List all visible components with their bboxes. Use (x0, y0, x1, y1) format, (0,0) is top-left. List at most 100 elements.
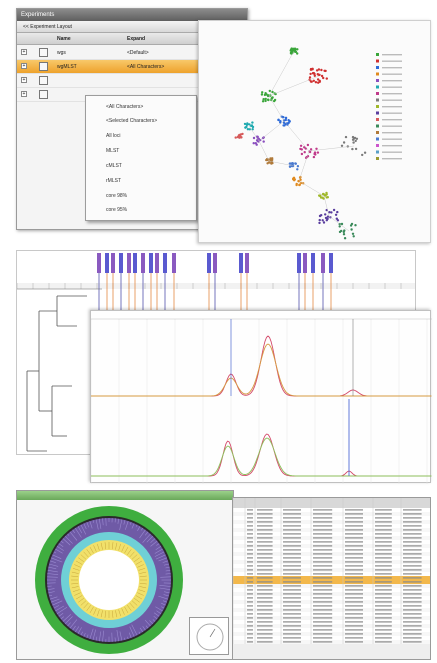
table-cell-text-placeholder (345, 553, 363, 555)
experiment-expand-value[interactable]: <Default> (127, 50, 149, 56)
scatter-point (317, 81, 320, 84)
expand-toggle-icon[interactable]: + (21, 63, 27, 69)
dropdown-item-all-loci[interactable]: All loci (106, 133, 120, 139)
table-cell-text-placeholder (257, 581, 273, 583)
table-cell-text-placeholder (403, 625, 422, 627)
scatter-edge (268, 50, 295, 97)
table-cell-text-placeholder (403, 561, 422, 563)
scatter-point (309, 72, 312, 76)
table-cell-text-placeholder (247, 533, 253, 535)
table-cell-text-placeholder (313, 541, 333, 543)
scatter-point (262, 98, 265, 101)
table-cell-text-placeholder (345, 557, 363, 559)
chromatogram-panel (90, 310, 432, 484)
table-footer-pane (233, 644, 430, 659)
table-cell-text-placeholder (345, 593, 363, 595)
legend-text-placeholder (382, 106, 402, 108)
scatter-point (318, 73, 321, 77)
scatter-point (292, 47, 295, 50)
table-cell-text-placeholder (403, 525, 422, 527)
expand-toggle-icon[interactable]: + (21, 91, 27, 97)
table-cell-text-placeholder (403, 521, 422, 523)
scatter-point (312, 79, 315, 82)
marker-column (329, 253, 333, 273)
dropdown-item-all-characters[interactable]: <All Characters> (106, 104, 143, 110)
table-cell-text-placeholder (403, 545, 422, 547)
marker-column (149, 253, 153, 273)
table-cell-text-placeholder (375, 509, 392, 511)
scatter-edge (268, 95, 285, 122)
data-table-window (232, 497, 431, 660)
table-cell-text-placeholder (375, 621, 392, 623)
marker-column (155, 253, 159, 273)
table-cell-text-placeholder (257, 601, 273, 603)
table-cell-text-placeholder (403, 621, 422, 623)
dropdown-item-mlst[interactable]: MLST (106, 148, 119, 154)
legend-swatch (376, 85, 379, 89)
scatter-point (311, 72, 315, 75)
scatter-point (340, 222, 344, 226)
table-cell-text-placeholder (345, 613, 363, 615)
table-cell-text-placeholder (345, 541, 363, 543)
scatter-point (284, 116, 288, 120)
table-cell-text-placeholder (247, 625, 253, 627)
scatter-point (252, 142, 255, 145)
table-cell-text-placeholder (283, 565, 301, 567)
dropdown-item-cmlst[interactable]: cMLST (106, 163, 122, 169)
table-cell-text-placeholder (375, 569, 392, 571)
dropdown-item-core-95[interactable]: core 95% (106, 207, 127, 213)
column-header-name[interactable]: Name (57, 36, 71, 42)
expand-toggle-icon[interactable]: + (21, 49, 27, 55)
dropdown-item-selected-characters[interactable]: <Selected Characters> (106, 118, 157, 124)
table-cell-text-placeholder (257, 521, 273, 523)
overview-thumbnail[interactable] (189, 617, 229, 655)
table-cell-text-placeholder (375, 557, 392, 559)
scatter-point (255, 143, 258, 146)
dropdown-item-core-98[interactable]: core 98% (106, 193, 127, 199)
scatter-point (322, 221, 326, 224)
marker-column (111, 253, 115, 273)
expand-toggle-icon[interactable]: + (21, 77, 27, 83)
column-header-expand[interactable]: Expand (127, 36, 145, 42)
scatter-point (316, 78, 320, 81)
scatter-plot-panel (198, 20, 431, 243)
table-cell-text-placeholder (283, 545, 301, 547)
scatter-point (288, 165, 292, 168)
table-cell-text-placeholder (257, 525, 273, 527)
scatter-point (299, 144, 303, 147)
table-cell-text-placeholder (283, 613, 301, 615)
legend-text-placeholder (382, 158, 402, 160)
legend-text-placeholder (382, 99, 402, 101)
table-cell-text-placeholder (247, 597, 253, 599)
table-cell-text-placeholder (247, 609, 253, 611)
table-cell-text-placeholder (403, 613, 422, 615)
scatter-point (320, 74, 324, 78)
table-cell-text-placeholder (247, 617, 253, 619)
table-cell-text-placeholder (247, 553, 253, 555)
table-cell-text-placeholder (283, 529, 301, 531)
table-cell-text-placeholder (283, 609, 301, 611)
table-cell-text-placeholder (403, 637, 422, 639)
table-cell-text-placeholder (247, 601, 253, 603)
table-cell-text-placeholder (283, 521, 301, 523)
table-cell-text-placeholder (375, 541, 392, 543)
table-cell-text-placeholder (375, 537, 392, 539)
experiment-type-icon (39, 48, 48, 57)
scatter-edge (298, 150, 310, 182)
scatter-point (325, 219, 328, 222)
experiment-layout-button[interactable]: << Experiment Layout (23, 24, 72, 30)
table-cell-text-placeholder (257, 589, 273, 591)
table-cell-text-placeholder (403, 553, 422, 555)
table-cell-text-placeholder (345, 605, 363, 607)
scatter-point (294, 50, 297, 53)
table-cell-text-placeholder (247, 589, 253, 591)
table-cell-text-placeholder (257, 577, 273, 579)
table-cell-text-placeholder (403, 537, 422, 539)
scatter-point (338, 225, 341, 228)
table-cell-text-placeholder (283, 549, 301, 551)
table-cell-text-placeholder (403, 541, 422, 543)
dropdown-item-rmlst[interactable]: rMLST (106, 178, 121, 184)
experiment-type-icon (39, 62, 48, 71)
table-cell-text-placeholder (313, 641, 333, 643)
experiment-expand-value[interactable]: <All Characters> (127, 64, 164, 70)
